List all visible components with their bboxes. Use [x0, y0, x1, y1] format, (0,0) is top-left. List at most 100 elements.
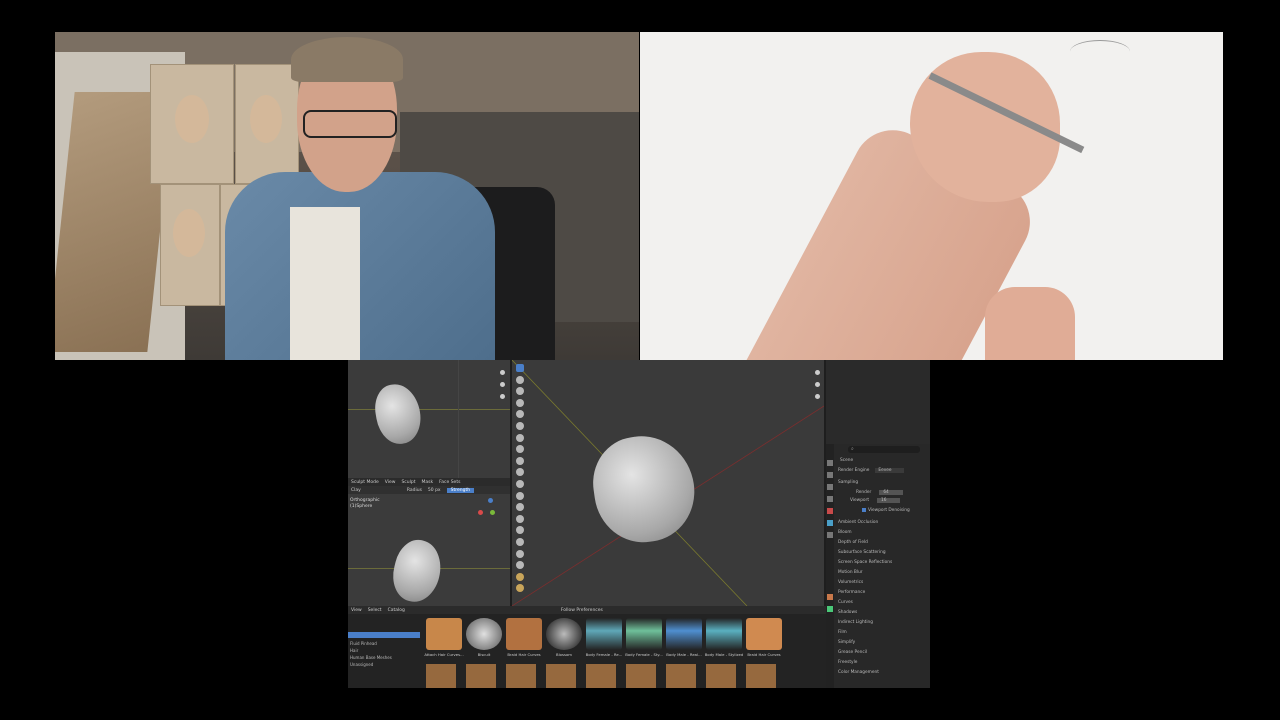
main-zoom-icon[interactable] — [815, 370, 820, 375]
panel-motion-blur[interactable]: Motion Blur — [838, 568, 863, 576]
asset-row-2[interactable] — [426, 664, 782, 688]
elastic-deform-icon[interactable] — [516, 549, 524, 558]
mask-icon[interactable] — [516, 572, 524, 581]
panel-screen-space-reflections[interactable]: Screen Space Reflections — [838, 558, 892, 566]
inflate-icon[interactable] — [516, 433, 524, 442]
blob-icon[interactable] — [516, 445, 524, 454]
render-samples-label: Render — [856, 489, 872, 495]
mode-dropdown[interactable]: Sculpt Mode — [351, 480, 379, 485]
axis-y-icon[interactable] — [490, 510, 495, 515]
brush-name[interactable]: Clay — [351, 488, 361, 493]
snake-hook-icon[interactable] — [516, 561, 524, 570]
panel-ambient-occlusion[interactable]: Ambient Occlusion — [838, 518, 878, 526]
search-icon: ⌕ — [851, 446, 854, 452]
person-tshirt — [290, 207, 360, 360]
asset-thumb-6[interactable] — [666, 618, 702, 650]
fill-icon[interactable] — [516, 491, 524, 500]
asset-thumb-0[interactable] — [426, 618, 462, 650]
panel-shadows[interactable]: Shadows — [838, 608, 857, 616]
asset-thumb-1[interactable] — [466, 618, 502, 650]
render-tab-icon[interactable] — [827, 472, 833, 478]
world-tab-icon[interactable] — [827, 520, 833, 526]
multiplane-scrape-icon[interactable] — [516, 514, 524, 523]
render-samples-field[interactable]: 64 — [879, 489, 903, 495]
sampling-panel-header[interactable]: Sampling — [838, 478, 858, 486]
panel-subsurface-scattering[interactable]: Subsurface Scattering — [838, 548, 886, 556]
asset-thumb-4[interactable] — [586, 618, 622, 650]
tool-tab-icon[interactable] — [827, 460, 833, 466]
modifier-tab-icon[interactable] — [827, 594, 833, 600]
catalog-selected-all[interactable] — [348, 632, 420, 638]
portrait-sketch-2 — [235, 64, 299, 184]
viewport-samples-row: Viewport 16 — [850, 496, 901, 504]
main-camera-icon[interactable] — [815, 394, 820, 399]
panel-color-management[interactable]: Color Management — [838, 668, 879, 676]
panel-depth-of-field[interactable]: Depth of Field — [838, 538, 868, 546]
viewport-orthographic[interactable]: Orthographic (1)Sphere — [348, 494, 510, 607]
viewport-denoising-checkbox[interactable] — [862, 508, 866, 512]
viewport-denoising-row: Viewport Denoising — [862, 506, 910, 514]
zoom-icon[interactable] — [500, 370, 505, 375]
panel-freestyle[interactable]: Freestyle — [838, 658, 857, 666]
draw-brush-icon[interactable] — [516, 364, 524, 372]
crease-icon[interactable] — [516, 456, 524, 465]
physics-tab-icon[interactable] — [827, 606, 833, 612]
menu-mask[interactable]: Mask — [422, 480, 434, 485]
panel-performance[interactable]: Performance — [838, 588, 865, 596]
draw-face-sets-icon[interactable] — [516, 584, 524, 593]
main-pan-icon[interactable] — [815, 382, 820, 387]
sculpt-mesh-small[interactable] — [371, 380, 425, 448]
axis-z-icon[interactable] — [488, 498, 493, 503]
person-shirt — [225, 172, 495, 360]
menu-face-sets[interactable]: Face Sets — [439, 480, 460, 485]
asset-menu-select[interactable]: Select — [368, 608, 382, 613]
flatten-icon[interactable] — [516, 479, 524, 488]
output-tab-icon[interactable] — [827, 484, 833, 490]
asset-library-dropdown[interactable]: Follow Preferences — [561, 608, 603, 613]
clay-icon[interactable] — [516, 387, 524, 396]
layer-icon[interactable] — [516, 421, 524, 430]
panel-volumetrics[interactable]: Volumetrics — [838, 578, 863, 586]
clay-strips-icon[interactable] — [516, 398, 524, 407]
asset-label-4: Body Female - Re... — [585, 652, 623, 657]
sculpt-mesh-ortho[interactable] — [387, 535, 447, 607]
radius-field[interactable]: 50 px — [428, 488, 441, 493]
catalog-unassigned[interactable]: Unassigned — [350, 660, 373, 668]
panel-curves[interactable]: Curves — [838, 598, 853, 606]
panel-simplify[interactable]: Simplify — [838, 638, 855, 646]
viewport-top-left[interactable] — [348, 360, 510, 478]
pan-icon[interactable] — [500, 382, 505, 387]
asset-label-1: Biscuit — [477, 652, 491, 657]
panel-bloom[interactable]: Bloom — [838, 528, 852, 536]
object-tab-icon[interactable] — [827, 532, 833, 538]
panel-grease-pencil[interactable]: Grease Pencil — [838, 648, 867, 656]
view-layer-tab-icon[interactable] — [827, 496, 833, 502]
smooth-icon[interactable] — [516, 468, 524, 477]
sculpt-header: Sculpt Mode View Sculpt Mask Face Sets — [348, 478, 510, 486]
asset-thumb-7[interactable] — [706, 618, 742, 650]
viewport-main[interactable] — [512, 360, 824, 606]
scene-tab-icon[interactable] — [827, 508, 833, 514]
pinch-icon[interactable] — [516, 526, 524, 535]
viewport-samples-field[interactable]: 16 — [877, 497, 901, 503]
menu-sculpt[interactable]: Sculpt — [401, 480, 415, 485]
asset-thumb-5[interactable] — [626, 618, 662, 650]
panel-indirect-lighting[interactable]: Indirect Lighting — [838, 618, 873, 626]
asset-thumb-2[interactable] — [506, 618, 542, 650]
asset-label-3: Blossom — [556, 652, 572, 657]
panel-film[interactable]: Film — [838, 628, 847, 636]
asset-thumb-3[interactable] — [546, 618, 582, 650]
strength-field[interactable]: Strength — [446, 487, 475, 493]
draw-sharp-icon[interactable] — [516, 375, 524, 384]
menu-view[interactable]: View — [385, 480, 396, 485]
grab-icon[interactable] — [516, 537, 524, 546]
camera-icon[interactable] — [500, 394, 505, 399]
properties-search-input[interactable]: ⌕ — [848, 446, 920, 453]
asset-menu-catalog[interactable]: Catalog — [388, 608, 405, 613]
asset-menu-view[interactable]: View — [351, 608, 362, 613]
axis-x-icon[interactable] — [478, 510, 483, 515]
scrape-icon[interactable] — [516, 503, 524, 512]
asset-thumb-8[interactable] — [746, 618, 782, 650]
clay-thumb-icon[interactable] — [516, 410, 524, 419]
render-engine-dropdown[interactable]: Eevee — [875, 467, 904, 473]
